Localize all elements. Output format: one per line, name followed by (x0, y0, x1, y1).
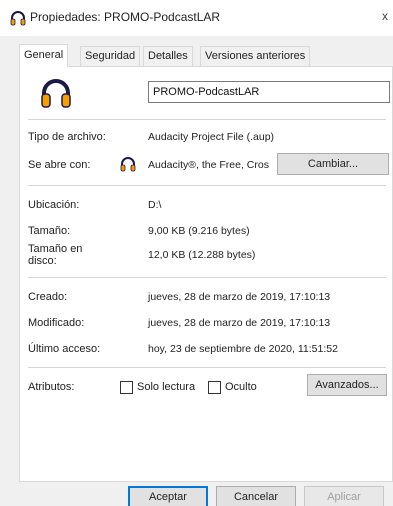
general-panel: PROMO-PodcastLAR Tipo de archivo: Audaci… (19, 66, 393, 482)
disk-size-label-line2: disco: (28, 255, 57, 267)
location-value: D:\ (148, 199, 162, 211)
tab-detalles[interactable]: Detalles (143, 46, 193, 66)
size-value: 9,00 KB (9.216 bytes) (148, 225, 250, 237)
divider (28, 277, 386, 278)
window-title: Propiedades: PROMO-PodcastLAR (30, 10, 221, 24)
modified-value: jueves, 28 de marzo de 2019, 17:10:13 (148, 317, 331, 329)
readonly-label[interactable]: Solo lectura (137, 381, 195, 393)
accessed-label: Último acceso: (28, 343, 101, 355)
location-label: Ubicación: (28, 199, 80, 211)
opens-with-value: Audacity®, the Free, Cros (148, 159, 269, 171)
headphones-icon (41, 79, 71, 108)
accessed-value: hoy, 23 de septiembre de 2020, 11:51:52 (148, 343, 338, 355)
divider (28, 185, 386, 186)
readonly-checkbox[interactable] (120, 381, 133, 394)
divider (28, 119, 386, 120)
size-label: Tamaño: (28, 225, 71, 237)
dialog-body: General Seguridad Detalles Versiones ant… (0, 36, 393, 506)
hidden-checkbox[interactable] (208, 381, 221, 394)
file-name-field[interactable]: PROMO-PodcastLAR (148, 81, 390, 103)
close-button[interactable]: x (382, 9, 388, 23)
apply-button[interactable]: Aplicar (304, 486, 384, 506)
attributes-label: Atributos: (28, 381, 75, 393)
disk-size-value: 12,0 KB (12.288 bytes) (148, 249, 256, 261)
cancel-button[interactable]: Cancelar (216, 486, 296, 506)
opens-with-label: Se abre con: (28, 159, 91, 171)
tab-general[interactable]: General (19, 44, 69, 67)
change-button[interactable]: Cambiar... (277, 153, 389, 175)
hidden-label[interactable]: Oculto (225, 381, 257, 393)
divider (28, 367, 386, 368)
tab-seguridad[interactable]: Seguridad (80, 46, 141, 66)
created-label: Creado: (28, 291, 68, 303)
headphones-icon (10, 11, 26, 26)
disk-size-label-line1: Tamaño en (28, 243, 83, 255)
type-label: Tipo de archivo: (28, 131, 106, 143)
modified-label: Modificado: (28, 317, 85, 329)
type-value: Audacity Project File (.aup) (148, 131, 275, 143)
title-bar: Propiedades: PROMO-PodcastLAR x (0, 0, 393, 36)
created-value: jueves, 28 de marzo de 2019, 17:10:13 (148, 291, 331, 303)
advanced-button[interactable]: Avanzados... (307, 374, 387, 396)
headphones-icon (120, 157, 136, 172)
ok-button[interactable]: Aceptar (128, 486, 208, 506)
tab-versiones-anteriores[interactable]: Versiones anteriores (200, 46, 311, 66)
